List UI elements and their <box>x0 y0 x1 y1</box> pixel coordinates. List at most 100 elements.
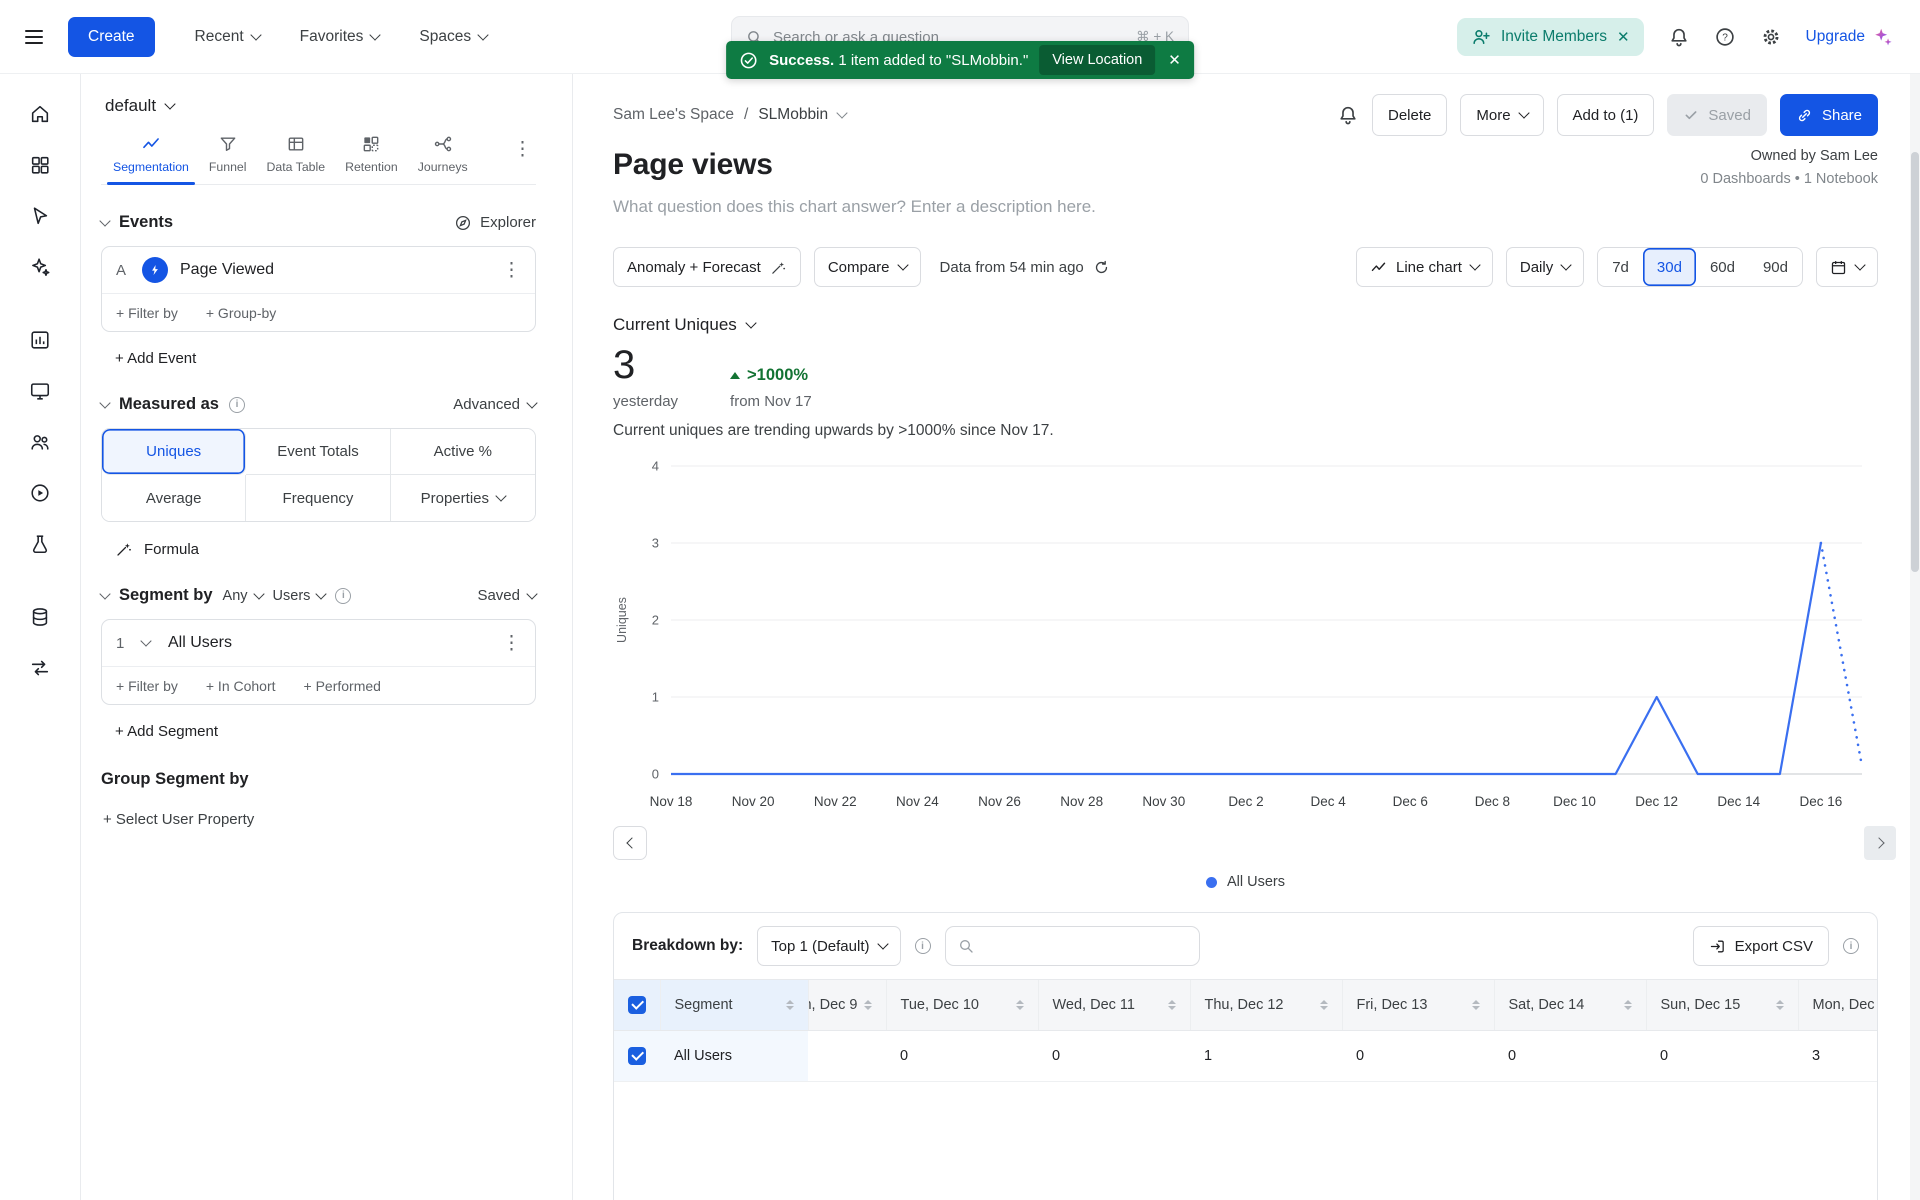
breakdown-search-input[interactable] <box>982 937 1187 955</box>
experiments-icon[interactable] <box>20 524 60 564</box>
column-header[interactable]: Sun, Dec 15 <box>1661 997 1741 1013</box>
toast-close-icon[interactable]: ✕ <box>1168 51 1181 69</box>
sort-icon[interactable] <box>1623 999 1632 1011</box>
help-icon[interactable]: ? <box>1714 26 1736 48</box>
delete-button[interactable]: Delete <box>1372 94 1448 136</box>
more-button[interactable]: More <box>1460 94 1544 136</box>
advanced-dropdown[interactable]: Advanced <box>453 396 538 413</box>
select-cursor-icon[interactable] <box>20 196 60 236</box>
flows-icon[interactable] <box>20 648 60 688</box>
line-chart[interactable]: 4 3 2 1 0 Nov 18 Nov 20 Nov 22 Nov 24 Nov 26 Nov 2… <box>613 448 1878 820</box>
home-icon[interactable] <box>20 94 60 134</box>
settings-gear-icon[interactable] <box>1760 26 1782 48</box>
sort-icon[interactable] <box>1775 999 1784 1011</box>
screens-icon[interactable] <box>20 371 60 411</box>
boards-icon[interactable] <box>20 145 60 185</box>
event-name[interactable]: Page Viewed <box>180 261 274 279</box>
sort-icon[interactable] <box>785 999 794 1011</box>
row-checkbox[interactable] <box>628 1047 646 1065</box>
scroll-right-button[interactable] <box>1864 826 1896 860</box>
segment-match-dropdown[interactable]: Any <box>223 588 265 604</box>
add-segment-button[interactable]: + Add Segment <box>101 723 536 740</box>
option-uniques[interactable]: Uniques <box>102 429 247 475</box>
column-header[interactable]: Mon, Dec 9 <box>809 997 858 1013</box>
segment-name[interactable]: All Users <box>168 634 232 652</box>
spaces-menu[interactable]: Spaces <box>419 28 489 46</box>
workspace-selector[interactable]: default <box>101 96 536 116</box>
event-filter-by[interactable]: + Filter by <box>116 305 178 321</box>
custom-date-dropdown[interactable] <box>1816 247 1878 287</box>
option-active-pct[interactable]: Active % <box>390 429 535 475</box>
granularity-dropdown[interactable]: Daily <box>1505 247 1585 287</box>
session-replay-icon[interactable] <box>20 473 60 513</box>
tab-journeys[interactable]: Journeys <box>408 132 478 184</box>
notifications-bell-icon[interactable] <box>1668 26 1690 48</box>
breakdown-selector-dropdown[interactable]: Top 1 (Default) <box>757 926 901 966</box>
anomaly-forecast-button[interactable]: Anomaly + Forecast <box>613 247 801 287</box>
select-user-property-button[interactable]: + Select User Property <box>101 811 536 828</box>
export-csv-button[interactable]: Export CSV <box>1692 926 1829 966</box>
add-to-button[interactable]: Add to (1) <box>1556 94 1655 136</box>
segment-performed[interactable]: + Performed <box>304 678 381 694</box>
column-header[interactable]: Segment <box>675 997 733 1013</box>
range-30d[interactable]: 30d <box>1642 248 1696 286</box>
segment-type-dropdown[interactable]: Users <box>273 588 328 604</box>
chart-type-dropdown[interactable]: Line chart <box>1356 247 1493 287</box>
add-event-button[interactable]: + Add Event <box>101 350 536 367</box>
chevron-down-icon[interactable] <box>836 107 848 119</box>
collapse-chevron-icon[interactable] <box>99 396 111 409</box>
option-average[interactable]: Average <box>102 475 247 521</box>
range-90d[interactable]: 90d <box>1749 248 1802 286</box>
saved-segments-dropdown[interactable]: Saved <box>477 587 538 604</box>
users-icon[interactable] <box>20 422 60 462</box>
ai-assistant-icon[interactable] <box>20 247 60 287</box>
column-header[interactable]: Mon, Dec 16 <box>1813 997 1878 1013</box>
share-button[interactable]: Share <box>1779 94 1878 136</box>
sort-icon[interactable] <box>863 999 872 1011</box>
segment-in-cohort[interactable]: + In Cohort <box>206 678 276 694</box>
sort-icon[interactable] <box>1471 999 1480 1011</box>
tab-retention[interactable]: Retention <box>335 132 408 184</box>
refresh-icon[interactable] <box>1093 259 1110 276</box>
invite-members-button[interactable]: Invite Members ✕ <box>1457 17 1644 56</box>
dismiss-invite-icon[interactable]: ✕ <box>1617 28 1630 46</box>
alert-bell-icon[interactable] <box>1337 104 1359 126</box>
breadcrumb-space[interactable]: Sam Lee's Space <box>613 106 734 124</box>
compare-dropdown[interactable]: Compare <box>813 247 921 287</box>
tab-segmentation[interactable]: Segmentation <box>103 132 199 185</box>
metrics-icon[interactable] <box>20 320 60 360</box>
column-header[interactable]: Wed, Dec 11 <box>1053 997 1135 1013</box>
create-button[interactable]: Create <box>68 16 155 57</box>
more-tabs-icon[interactable]: ⋮ <box>513 140 532 159</box>
collapse-chevron-icon[interactable] <box>99 214 111 227</box>
option-frequency[interactable]: Frequency <box>246 475 391 521</box>
collapse-chevron-icon[interactable] <box>99 587 111 600</box>
event-group-by[interactable]: + Group-by <box>206 305 276 321</box>
column-header[interactable]: Sat, Dec 14 <box>1509 997 1585 1013</box>
data-icon[interactable] <box>20 597 60 637</box>
hamburger-menu-icon[interactable] <box>22 25 46 49</box>
select-all-checkbox[interactable] <box>628 996 646 1014</box>
breakdown-search[interactable] <box>944 926 1200 966</box>
option-event-totals[interactable]: Event Totals <box>246 429 391 475</box>
favorites-menu[interactable]: Favorites <box>300 28 382 46</box>
range-60d[interactable]: 60d <box>1696 248 1749 286</box>
recent-menu[interactable]: Recent <box>195 28 262 46</box>
tab-data-table[interactable]: Data Table <box>257 132 336 184</box>
column-header[interactable]: Fri, Dec 13 <box>1357 997 1428 1013</box>
range-7d[interactable]: 7d <box>1598 248 1643 286</box>
upgrade-link[interactable]: Upgrade <box>1806 26 1894 48</box>
formula-button[interactable]: Formula <box>101 540 536 558</box>
segment-filter-by[interactable]: + Filter by <box>116 678 178 694</box>
scrollbar-thumb[interactable] <box>1911 152 1919 572</box>
chevron-down-icon[interactable] <box>140 635 152 647</box>
metric-selector[interactable]: Current Uniques <box>613 315 1878 335</box>
sort-icon[interactable] <box>1167 999 1176 1011</box>
event-options-icon[interactable]: ⋮ <box>502 261 521 280</box>
sort-icon[interactable] <box>1319 999 1328 1011</box>
column-header[interactable]: Thu, Dec 12 <box>1205 997 1284 1013</box>
scroll-left-button[interactable] <box>613 826 647 860</box>
view-location-button[interactable]: View Location <box>1039 45 1156 75</box>
description-placeholder[interactable]: What question does this chart answer? En… <box>613 197 1878 217</box>
segment-options-icon[interactable]: ⋮ <box>502 634 521 653</box>
